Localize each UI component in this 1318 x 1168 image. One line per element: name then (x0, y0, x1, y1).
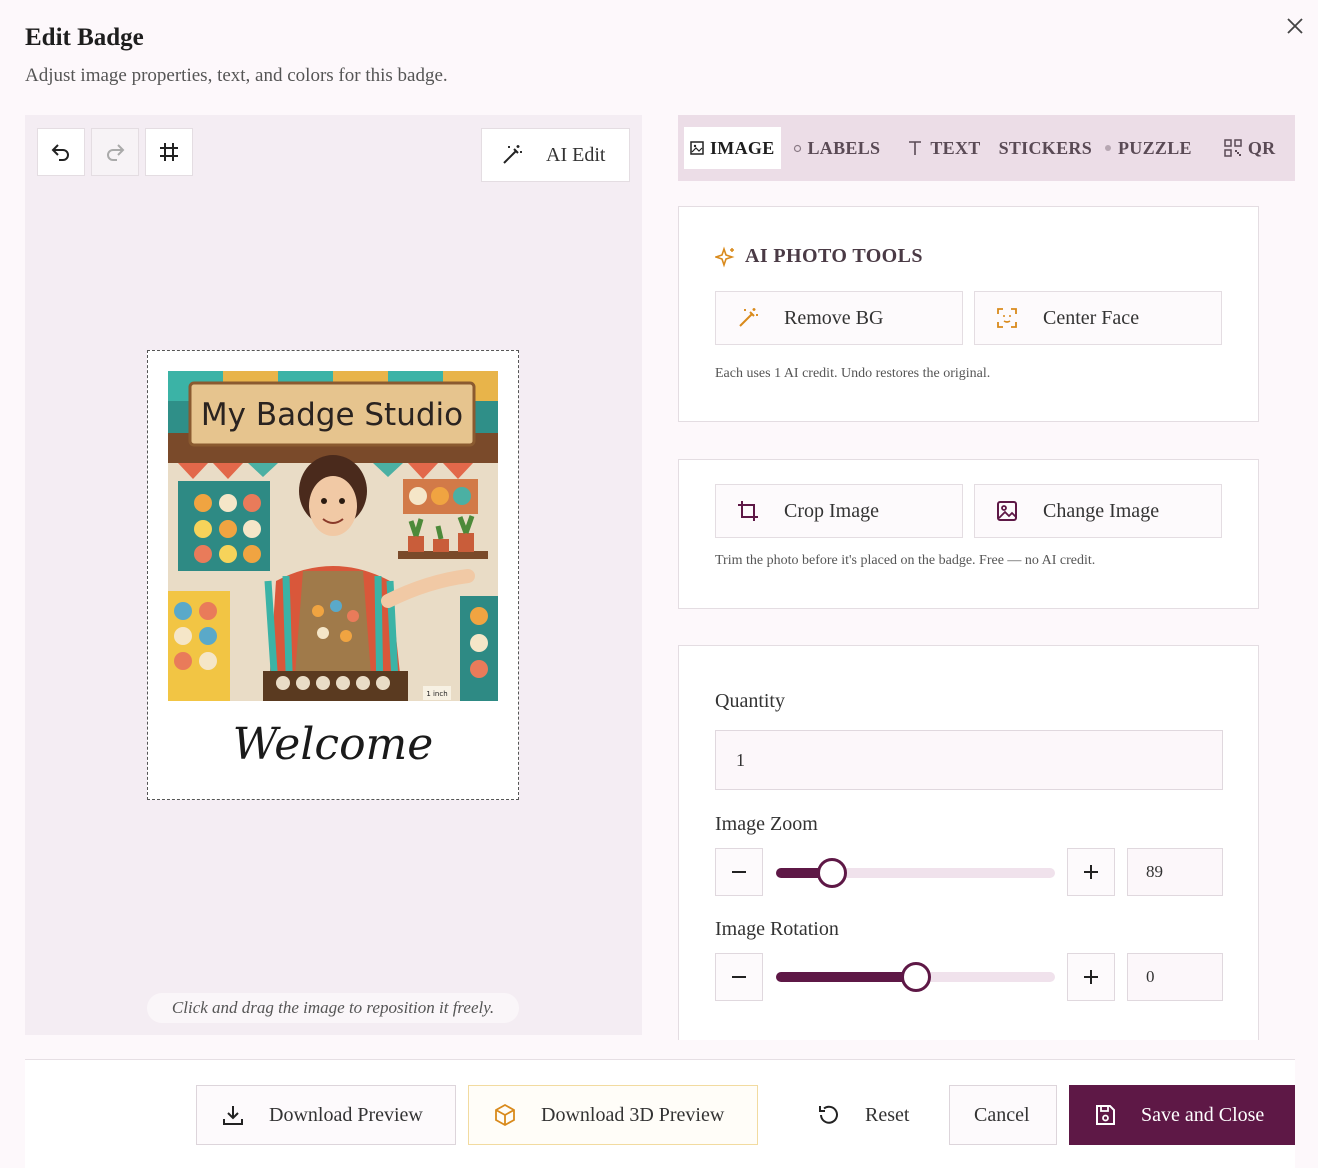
badge-preview[interactable]: My Badge Studio 1 inch Welcome (147, 350, 519, 800)
grid-icon (160, 143, 178, 161)
image-settings-card: Quantity Image Zoom Image Rotation (678, 645, 1259, 1040)
tab-stickers[interactable]: STICKERS (993, 127, 1098, 169)
tab-qr-label: QR (1247, 137, 1276, 158)
badge-text[interactable]: Welcome (148, 719, 518, 770)
puzzle-icon (1105, 145, 1111, 151)
ai-credit-note: Each uses 1 AI credit. Undo restores the… (715, 366, 991, 381)
image-rotation-label: Image Rotation (715, 918, 839, 940)
save-and-close-label: Save and Close (1141, 1103, 1265, 1126)
image-tools-card: Crop Image Change Image Trim the photo b… (678, 459, 1259, 609)
download-preview-label: Download Preview (269, 1103, 423, 1126)
tab-text-label: TEXT (930, 137, 981, 158)
ai-photo-tools-title-text: AI PHOTO TOOLS (745, 245, 923, 267)
dialog-footer: Download Preview Download 3D Preview Res… (25, 1060, 1295, 1168)
dialog-subtitle: Adjust image properties, text, and color… (25, 65, 448, 86)
image-icon (690, 141, 704, 155)
rotation-decrease-button[interactable] (715, 953, 763, 1001)
quantity-input[interactable] (715, 730, 1223, 790)
save-and-close-button[interactable]: Save and Close (1069, 1085, 1295, 1145)
qr-icon (1224, 139, 1242, 157)
badge-photo-illustration: My Badge Studio 1 inch (168, 371, 498, 701)
download-3d-preview-label: Download 3D Preview (541, 1103, 725, 1126)
tab-text[interactable]: TEXT (900, 127, 986, 169)
reposition-hint: Click and drag the image to reposition i… (147, 993, 519, 1023)
photo-ruler-label: 1 inch (426, 690, 447, 698)
close-button[interactable] (1283, 14, 1307, 38)
image-rotation-slider-thumb[interactable] (900, 962, 931, 992)
image-zoom-value-input[interactable] (1127, 848, 1223, 896)
magic-wand-icon (739, 308, 758, 327)
face-scan-icon (997, 308, 1017, 328)
zoom-increase-button[interactable] (1067, 848, 1115, 896)
tab-labels[interactable]: LABELS (787, 127, 887, 169)
download-preview-button[interactable]: Download Preview (196, 1085, 456, 1145)
tab-puzzle[interactable]: PUZZLE (1098, 127, 1198, 169)
change-image-label: Change Image (1043, 499, 1160, 522)
ai-edit-label: AI Edit (546, 143, 606, 166)
image-rotation-value-input[interactable] (1127, 953, 1223, 1001)
cancel-button[interactable]: Cancel (949, 1085, 1057, 1145)
close-icon (1287, 18, 1303, 34)
image-icon (997, 501, 1017, 521)
ai-photo-tools-card: AI PHOTO TOOLS Remove BG Center Face Eac… (678, 206, 1259, 422)
tab-qr[interactable]: QR (1218, 127, 1282, 169)
editor-tabs: IMAGE LABELS TEXT STICKERS PUZZLE QR (678, 115, 1295, 181)
reset-icon (819, 1105, 838, 1124)
tab-stickers-label: STICKERS (998, 137, 1092, 158)
badge-photo[interactable]: My Badge Studio 1 inch (168, 371, 498, 701)
tab-labels-label: LABELS (807, 137, 881, 158)
download-3d-preview-button[interactable]: Download 3D Preview (468, 1085, 758, 1145)
zoom-decrease-button[interactable] (715, 848, 763, 896)
crop-image-button[interactable]: Crop Image (715, 484, 963, 538)
center-face-button[interactable]: Center Face (974, 291, 1222, 345)
save-icon (1096, 1105, 1115, 1125)
remove-bg-label: Remove BG (784, 306, 884, 329)
magic-wand-icon (503, 145, 522, 164)
minus-icon (732, 871, 746, 873)
download-icon (223, 1106, 243, 1125)
reset-label: Reset (865, 1103, 910, 1126)
crop-icon (738, 501, 758, 521)
text-icon (909, 141, 922, 155)
remove-bg-button[interactable]: Remove BG (715, 291, 963, 345)
change-image-button[interactable]: Change Image (974, 484, 1222, 538)
crop-image-label: Crop Image (784, 499, 879, 522)
tab-image[interactable]: IMAGE (684, 127, 781, 169)
ai-photo-tools-title: AI PHOTO TOOLS (715, 245, 923, 268)
dialog-title: Edit Badge (25, 24, 144, 51)
badge-canvas-panel: AI Edit My Badge Studio 1 inch Welcome C… (25, 115, 642, 1035)
image-rotation-slider-fill (776, 972, 916, 982)
redo-icon (107, 144, 125, 161)
quantity-label: Quantity (715, 690, 785, 712)
redo-button[interactable] (91, 128, 139, 176)
undo-button[interactable] (37, 128, 85, 176)
plus-icon (1084, 865, 1098, 879)
image-rotation-slider[interactable] (776, 962, 1055, 992)
tab-image-label: IMAGE (710, 137, 775, 158)
tag-icon (793, 144, 801, 152)
center-face-label: Center Face (1043, 306, 1140, 329)
image-zoom-label: Image Zoom (715, 813, 818, 835)
plus-icon (1084, 970, 1098, 984)
grid-toggle-button[interactable] (145, 128, 193, 176)
cube-icon (495, 1103, 515, 1127)
rotation-increase-button[interactable] (1067, 953, 1115, 1001)
photo-sign-text: My Badge Studio (201, 397, 463, 433)
minus-icon (732, 976, 746, 978)
undo-icon (51, 144, 69, 161)
tab-puzzle-label: PUZZLE (1118, 137, 1192, 158)
sparkle-icon (715, 245, 735, 268)
image-zoom-slider-thumb[interactable] (816, 858, 847, 888)
image-zoom-slider[interactable] (776, 858, 1055, 888)
reset-button[interactable]: Reset (793, 1085, 923, 1145)
ai-edit-button[interactable]: AI Edit (481, 128, 630, 182)
cancel-label: Cancel (974, 1103, 1030, 1126)
crop-note: Trim the photo before it's placed on the… (715, 553, 1096, 568)
